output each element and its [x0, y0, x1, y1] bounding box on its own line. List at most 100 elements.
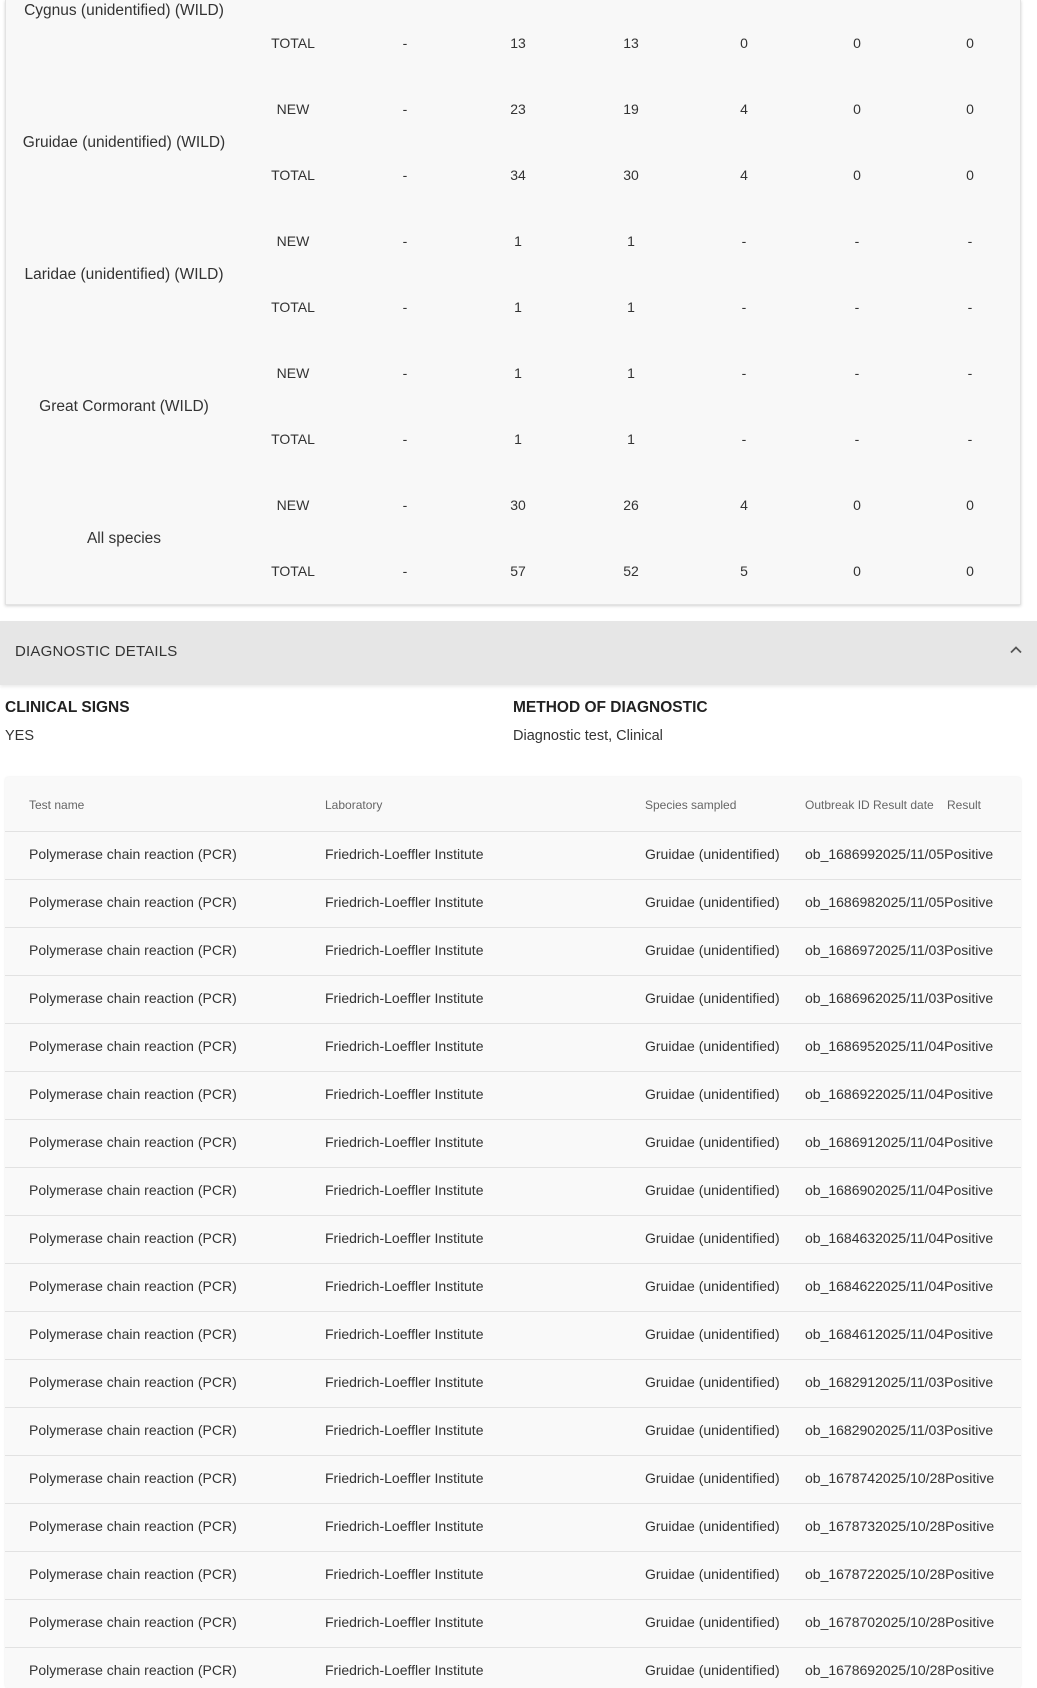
summary-value: - — [854, 431, 860, 447]
column-header-result[interactable]: Result — [947, 798, 981, 812]
summary-value: 1 — [627, 299, 635, 315]
outbreak-date-result-cell: ob_1682902025/11/03Positive — [805, 1422, 994, 1438]
laboratory-cell: Friedrich-Loeffler Institute — [325, 1470, 484, 1486]
row-type: TOTAL — [271, 299, 315, 315]
row-type: TOTAL — [271, 167, 315, 183]
outbreak-date-result-cell: ob_1684632025/11/04Positive — [805, 1230, 994, 1246]
column-header-outbreak-id[interactable]: Outbreak ID — [805, 798, 870, 812]
chevron-up-icon[interactable] — [1008, 642, 1024, 658]
column-header-test-name[interactable]: Test name — [29, 798, 84, 812]
test-name-cell: Polymerase chain reaction (PCR) — [29, 1230, 237, 1246]
species-summary-card: Cygnus (unidentified) (WILD) TOTAL - 13 … — [5, 0, 1021, 605]
outbreak-date-result-cell: ob_1682912025/11/03Positive — [805, 1374, 994, 1390]
row-type: NEW — [276, 233, 310, 249]
species-sampled-cell: Gruidae (unidentified) — [645, 1614, 780, 1630]
laboratory-cell: Friedrich-Loeffler Institute — [325, 1422, 484, 1438]
summary-value: 23 — [510, 101, 526, 117]
summary-value: 0 — [740, 35, 748, 51]
column-header-result-date[interactable]: Result date — [873, 798, 934, 812]
method-of-diagnostic-value: Diagnostic test, Clinical — [513, 728, 663, 744]
table-row: Polymerase chain reaction (PCR) Friedrich… — [5, 1072, 1021, 1120]
species-sampled-cell: Gruidae (unidentified) — [645, 1470, 780, 1486]
section-title: DIAGNOSTIC DETAILS — [15, 643, 178, 660]
diagnostic-details-header[interactable]: DIAGNOSTIC DETAILS — [0, 621, 1037, 685]
summary-row: TOTAL - 57 52 5 0 0 — [6, 563, 1022, 583]
table-row: Polymerase chain reaction (PCR) Friedrich… — [5, 1360, 1021, 1408]
species-sampled-cell: Gruidae (unidentified) — [645, 1278, 780, 1294]
summary-value: 26 — [623, 497, 639, 513]
outbreak-date-result-cell: ob_1678692025/10/28Positive — [805, 1662, 995, 1678]
column-header-species-sampled[interactable]: Species sampled — [645, 798, 736, 812]
laboratory-cell: Friedrich-Loeffler Institute — [325, 942, 484, 958]
laboratory-cell: Friedrich-Loeffler Institute — [325, 1662, 484, 1678]
laboratory-cell: Friedrich-Loeffler Institute — [325, 846, 484, 862]
laboratory-cell: Friedrich-Loeffler Institute — [325, 1614, 484, 1630]
summary-value: - — [402, 167, 408, 183]
test-name-cell: Polymerase chain reaction (PCR) — [29, 1470, 237, 1486]
laboratory-cell: Friedrich-Loeffler Institute — [325, 1134, 484, 1150]
test-name-cell: Polymerase chain reaction (PCR) — [29, 1374, 237, 1390]
laboratory-cell: Friedrich-Loeffler Institute — [325, 1326, 484, 1342]
outbreak-date-result-cell: ob_1678702025/10/28Positive — [805, 1614, 995, 1630]
table-row: Polymerase chain reaction (PCR) Friedrich… — [5, 1216, 1021, 1264]
table-row: Polymerase chain reaction (PCR) Friedrich… — [5, 1552, 1021, 1600]
summary-value: - — [741, 299, 747, 315]
species-sampled-cell: Gruidae (unidentified) — [645, 1662, 780, 1678]
summary-row: NEW - 23 19 4 0 0 — [6, 101, 1022, 121]
table-row: Polymerase chain reaction (PCR) Friedrich… — [5, 1024, 1021, 1072]
test-name-cell: Polymerase chain reaction (PCR) — [29, 1278, 237, 1294]
species-sampled-cell: Gruidae (unidentified) — [645, 1518, 780, 1534]
column-header-laboratory[interactable]: Laboratory — [325, 798, 382, 812]
summary-value: 4 — [740, 497, 748, 513]
species-name: Cygnus (unidentified) (WILD) — [24, 2, 224, 19]
summary-value: 1 — [514, 431, 522, 447]
summary-value: 4 — [740, 167, 748, 183]
table-row: Polymerase chain reaction (PCR) Friedrich… — [5, 1168, 1021, 1216]
summary-value: 0 — [853, 35, 861, 51]
clinical-signs-value: YES — [5, 728, 35, 744]
laboratory-cell: Friedrich-Loeffler Institute — [325, 1374, 484, 1390]
summary-value: 1 — [514, 365, 522, 381]
row-type: TOTAL — [271, 431, 315, 447]
test-name-cell: Polymerase chain reaction (PCR) — [29, 1134, 237, 1150]
summary-value: 30 — [510, 497, 526, 513]
diagnostic-table: Test name Laboratory Species sampled Out… — [5, 777, 1021, 1688]
summary-row: NEW - 1 1 - - - — [6, 233, 1022, 253]
outbreak-date-result-cell: ob_1684612025/11/04Positive — [805, 1326, 994, 1342]
table-row: Polymerase chain reaction (PCR) Friedrich… — [5, 928, 1021, 976]
summary-row: NEW - 30 26 4 0 0 — [6, 497, 1022, 517]
outbreak-date-result-cell: ob_1686922025/11/04Positive — [805, 1086, 994, 1102]
table-row: Polymerase chain reaction (PCR) Friedrich… — [5, 1504, 1021, 1552]
outbreak-date-result-cell: ob_1686902025/11/04Positive — [805, 1182, 994, 1198]
outbreak-date-result-cell: ob_1686952025/11/04Positive — [805, 1038, 994, 1054]
table-header: Test name Laboratory Species sampled Out… — [5, 777, 1021, 832]
table-row: Polymerase chain reaction (PCR) Friedrich… — [5, 976, 1021, 1024]
summary-value: 34 — [510, 167, 526, 183]
summary-value: 1 — [514, 233, 522, 249]
summary-value: 19 — [623, 101, 639, 117]
row-type: NEW — [276, 101, 310, 117]
summary-value: - — [402, 233, 408, 249]
row-type: NEW — [276, 365, 310, 381]
species-name: All species — [86, 530, 162, 547]
outbreak-date-result-cell: ob_1686962025/11/03Positive — [805, 990, 994, 1006]
summary-row: NEW - 1 1 - - - — [6, 365, 1022, 385]
summary-value: 1 — [627, 431, 635, 447]
species-name: Laridae (unidentified) (WILD) — [24, 266, 224, 283]
laboratory-cell: Friedrich-Loeffler Institute — [325, 1038, 484, 1054]
test-name-cell: Polymerase chain reaction (PCR) — [29, 1038, 237, 1054]
table-row: Polymerase chain reaction (PCR) Friedrich… — [5, 1648, 1021, 1688]
summary-value: 0 — [966, 35, 974, 51]
table-row: Polymerase chain reaction (PCR) Friedrich… — [5, 880, 1021, 928]
laboratory-cell: Friedrich-Loeffler Institute — [325, 894, 484, 910]
species-sampled-cell: Gruidae (unidentified) — [645, 846, 780, 862]
summary-value: 0 — [966, 563, 974, 579]
laboratory-cell: Friedrich-Loeffler Institute — [325, 1566, 484, 1582]
summary-value: - — [854, 299, 860, 315]
test-name-cell: Polymerase chain reaction (PCR) — [29, 1086, 237, 1102]
summary-value: 1 — [627, 365, 635, 381]
outbreak-date-result-cell: ob_1684622025/11/04Positive — [805, 1278, 994, 1294]
summary-value: 57 — [510, 563, 526, 579]
species-name: Great Cormorant (WILD) — [39, 398, 209, 415]
species-sampled-cell: Gruidae (unidentified) — [645, 1566, 780, 1582]
